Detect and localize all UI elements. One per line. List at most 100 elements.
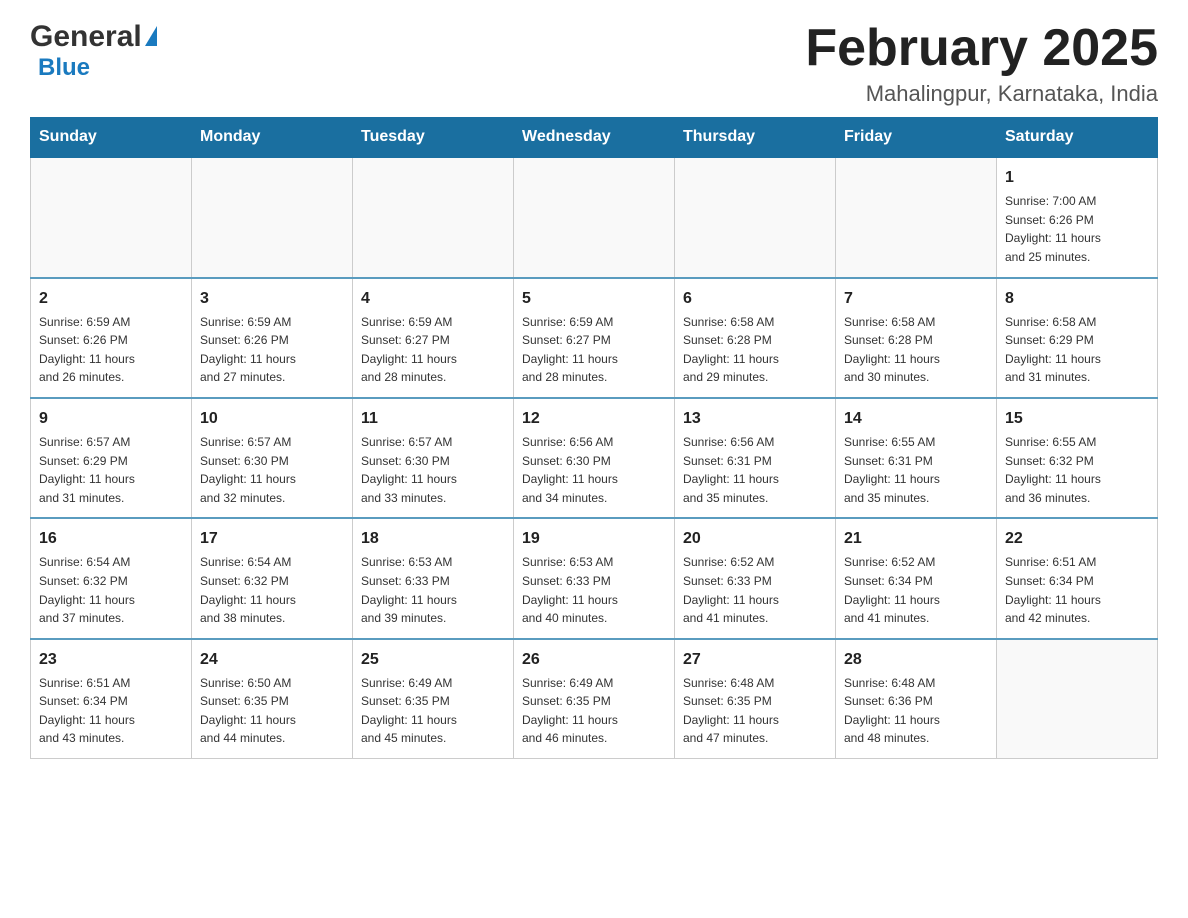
day-info: Sunrise: 6:59 AM Sunset: 6:27 PM Dayligh… xyxy=(361,313,505,387)
col-monday: Monday xyxy=(192,118,353,158)
calendar-week-row: 16Sunrise: 6:54 AM Sunset: 6:32 PM Dayli… xyxy=(31,518,1158,638)
calendar-week-row: 2Sunrise: 6:59 AM Sunset: 6:26 PM Daylig… xyxy=(31,278,1158,398)
logo: General Blue xyxy=(30,20,157,82)
calendar-cell: 16Sunrise: 6:54 AM Sunset: 6:32 PM Dayli… xyxy=(31,518,192,638)
day-info: Sunrise: 6:55 AM Sunset: 6:31 PM Dayligh… xyxy=(844,433,988,507)
day-info: Sunrise: 6:50 AM Sunset: 6:35 PM Dayligh… xyxy=(200,674,344,748)
day-number: 22 xyxy=(1005,527,1149,551)
calendar-cell: 10Sunrise: 6:57 AM Sunset: 6:30 PM Dayli… xyxy=(192,398,353,518)
day-number: 15 xyxy=(1005,407,1149,431)
calendar-cell: 6Sunrise: 6:58 AM Sunset: 6:28 PM Daylig… xyxy=(675,278,836,398)
calendar-cell: 18Sunrise: 6:53 AM Sunset: 6:33 PM Dayli… xyxy=(353,518,514,638)
calendar-body: 1Sunrise: 7:00 AM Sunset: 6:26 PM Daylig… xyxy=(31,157,1158,758)
day-number: 3 xyxy=(200,287,344,311)
calendar-cell: 19Sunrise: 6:53 AM Sunset: 6:33 PM Dayli… xyxy=(514,518,675,638)
day-info: Sunrise: 6:57 AM Sunset: 6:30 PM Dayligh… xyxy=(200,433,344,507)
day-number: 20 xyxy=(683,527,827,551)
day-info: Sunrise: 6:53 AM Sunset: 6:33 PM Dayligh… xyxy=(522,553,666,627)
day-number: 7 xyxy=(844,287,988,311)
day-number: 10 xyxy=(200,407,344,431)
day-number: 16 xyxy=(39,527,183,551)
day-info: Sunrise: 6:49 AM Sunset: 6:35 PM Dayligh… xyxy=(522,674,666,748)
day-info: Sunrise: 6:59 AM Sunset: 6:27 PM Dayligh… xyxy=(522,313,666,387)
calendar-cell: 26Sunrise: 6:49 AM Sunset: 6:35 PM Dayli… xyxy=(514,639,675,759)
calendar-week-row: 1Sunrise: 7:00 AM Sunset: 6:26 PM Daylig… xyxy=(31,157,1158,277)
day-number: 6 xyxy=(683,287,827,311)
day-number: 24 xyxy=(200,648,344,672)
calendar-cell xyxy=(514,157,675,277)
col-tuesday: Tuesday xyxy=(353,118,514,158)
day-info: Sunrise: 6:52 AM Sunset: 6:34 PM Dayligh… xyxy=(844,553,988,627)
day-number: 18 xyxy=(361,527,505,551)
calendar-cell: 21Sunrise: 6:52 AM Sunset: 6:34 PM Dayli… xyxy=(836,518,997,638)
day-info: Sunrise: 6:58 AM Sunset: 6:28 PM Dayligh… xyxy=(683,313,827,387)
calendar-cell xyxy=(192,157,353,277)
day-number: 8 xyxy=(1005,287,1149,311)
day-number: 13 xyxy=(683,407,827,431)
location: Mahalingpur, Karnataka, India xyxy=(805,81,1158,107)
calendar-cell xyxy=(31,157,192,277)
calendar-cell: 8Sunrise: 6:58 AM Sunset: 6:29 PM Daylig… xyxy=(997,278,1158,398)
calendar-cell: 5Sunrise: 6:59 AM Sunset: 6:27 PM Daylig… xyxy=(514,278,675,398)
day-number: 4 xyxy=(361,287,505,311)
logo-blue-text: Blue xyxy=(38,54,90,82)
day-number: 14 xyxy=(844,407,988,431)
day-info: Sunrise: 6:54 AM Sunset: 6:32 PM Dayligh… xyxy=(200,553,344,627)
day-number: 5 xyxy=(522,287,666,311)
day-number: 2 xyxy=(39,287,183,311)
calendar-cell: 7Sunrise: 6:58 AM Sunset: 6:28 PM Daylig… xyxy=(836,278,997,398)
calendar-cell xyxy=(997,639,1158,759)
day-number: 26 xyxy=(522,648,666,672)
calendar-table: Sunday Monday Tuesday Wednesday Thursday… xyxy=(30,117,1158,759)
calendar-cell: 1Sunrise: 7:00 AM Sunset: 6:26 PM Daylig… xyxy=(997,157,1158,277)
calendar-cell: 17Sunrise: 6:54 AM Sunset: 6:32 PM Dayli… xyxy=(192,518,353,638)
calendar-week-row: 23Sunrise: 6:51 AM Sunset: 6:34 PM Dayli… xyxy=(31,639,1158,759)
col-friday: Friday xyxy=(836,118,997,158)
calendar-cell: 13Sunrise: 6:56 AM Sunset: 6:31 PM Dayli… xyxy=(675,398,836,518)
day-info: Sunrise: 6:58 AM Sunset: 6:28 PM Dayligh… xyxy=(844,313,988,387)
day-info: Sunrise: 6:48 AM Sunset: 6:35 PM Dayligh… xyxy=(683,674,827,748)
day-number: 25 xyxy=(361,648,505,672)
day-info: Sunrise: 6:58 AM Sunset: 6:29 PM Dayligh… xyxy=(1005,313,1149,387)
calendar-cell: 14Sunrise: 6:55 AM Sunset: 6:31 PM Dayli… xyxy=(836,398,997,518)
logo-triangle-icon xyxy=(145,26,157,46)
col-saturday: Saturday xyxy=(997,118,1158,158)
calendar-cell: 15Sunrise: 6:55 AM Sunset: 6:32 PM Dayli… xyxy=(997,398,1158,518)
calendar-header-row: Sunday Monday Tuesday Wednesday Thursday… xyxy=(31,118,1158,158)
calendar-cell xyxy=(353,157,514,277)
month-title: February 2025 xyxy=(805,20,1158,77)
day-info: Sunrise: 6:55 AM Sunset: 6:32 PM Dayligh… xyxy=(1005,433,1149,507)
calendar-cell xyxy=(675,157,836,277)
day-info: Sunrise: 6:56 AM Sunset: 6:30 PM Dayligh… xyxy=(522,433,666,507)
logo-general-text: General xyxy=(30,20,142,54)
day-number: 28 xyxy=(844,648,988,672)
day-number: 17 xyxy=(200,527,344,551)
calendar-cell: 2Sunrise: 6:59 AM Sunset: 6:26 PM Daylig… xyxy=(31,278,192,398)
title-section: February 2025 Mahalingpur, Karnataka, In… xyxy=(805,20,1158,107)
day-info: Sunrise: 6:53 AM Sunset: 6:33 PM Dayligh… xyxy=(361,553,505,627)
calendar-cell: 12Sunrise: 6:56 AM Sunset: 6:30 PM Dayli… xyxy=(514,398,675,518)
day-info: Sunrise: 6:51 AM Sunset: 6:34 PM Dayligh… xyxy=(1005,553,1149,627)
col-wednesday: Wednesday xyxy=(514,118,675,158)
day-info: Sunrise: 6:48 AM Sunset: 6:36 PM Dayligh… xyxy=(844,674,988,748)
calendar-cell: 22Sunrise: 6:51 AM Sunset: 6:34 PM Dayli… xyxy=(997,518,1158,638)
day-info: Sunrise: 6:51 AM Sunset: 6:34 PM Dayligh… xyxy=(39,674,183,748)
col-thursday: Thursday xyxy=(675,118,836,158)
calendar-cell xyxy=(836,157,997,277)
calendar-cell: 20Sunrise: 6:52 AM Sunset: 6:33 PM Dayli… xyxy=(675,518,836,638)
day-number: 11 xyxy=(361,407,505,431)
col-sunday: Sunday xyxy=(31,118,192,158)
page-header: General Blue February 2025 Mahalingpur, … xyxy=(30,20,1158,107)
day-info: Sunrise: 6:59 AM Sunset: 6:26 PM Dayligh… xyxy=(39,313,183,387)
calendar-cell: 4Sunrise: 6:59 AM Sunset: 6:27 PM Daylig… xyxy=(353,278,514,398)
day-number: 27 xyxy=(683,648,827,672)
day-number: 12 xyxy=(522,407,666,431)
day-info: Sunrise: 6:54 AM Sunset: 6:32 PM Dayligh… xyxy=(39,553,183,627)
day-number: 9 xyxy=(39,407,183,431)
day-number: 21 xyxy=(844,527,988,551)
calendar-cell: 28Sunrise: 6:48 AM Sunset: 6:36 PM Dayli… xyxy=(836,639,997,759)
calendar-week-row: 9Sunrise: 6:57 AM Sunset: 6:29 PM Daylig… xyxy=(31,398,1158,518)
day-info: Sunrise: 6:56 AM Sunset: 6:31 PM Dayligh… xyxy=(683,433,827,507)
calendar-cell: 27Sunrise: 6:48 AM Sunset: 6:35 PM Dayli… xyxy=(675,639,836,759)
calendar-cell: 11Sunrise: 6:57 AM Sunset: 6:30 PM Dayli… xyxy=(353,398,514,518)
